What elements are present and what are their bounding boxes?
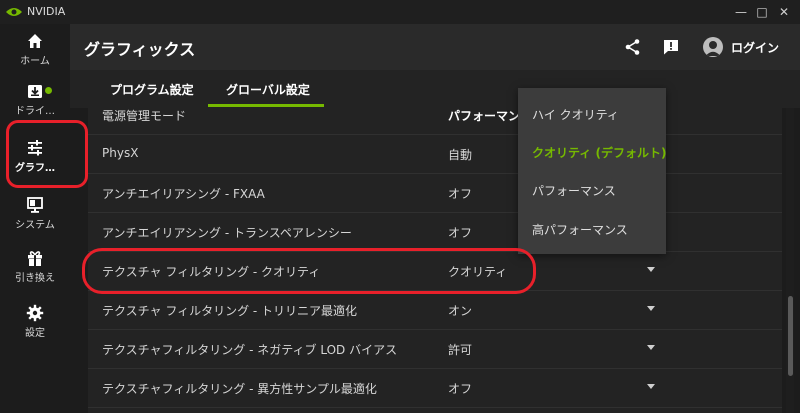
setting-label: アンチエイリアシング - トランスペアレンシー <box>102 226 352 240</box>
setting-label: アンチエイリアシング - FXAA <box>102 187 265 201</box>
sidebar-item-label: 引き換え <box>15 273 55 284</box>
setting-value[interactable]: オフ <box>448 185 472 202</box>
setting-row[interactable]: アンチエイリアシング - FXAA オフ <box>88 174 782 213</box>
sidebar-item-redeem[interactable]: 引き換え <box>0 249 70 301</box>
tab-program-settings[interactable]: プログラム設定 <box>110 81 194 98</box>
setting-label: テクスチャフィルタリング - 異方性サンプル最適化 <box>102 382 377 396</box>
avatar[interactable] <box>703 37 723 57</box>
sidebar-item-label: 設定 <box>25 328 45 339</box>
highlight-texture-quality-row <box>82 248 536 294</box>
title-bar: NVIDIA — □ ✕ <box>0 0 800 24</box>
active-tab-indicator <box>208 104 324 107</box>
setting-value[interactable]: オフ <box>448 224 472 241</box>
app-name: NVIDIA <box>27 5 66 18</box>
chevron-down-icon[interactable] <box>647 306 655 311</box>
sidebar-item-label: ホーム <box>20 56 50 67</box>
setting-row[interactable]: テクスチャフィルタリング - 異方性サンプル最適化 オフ <box>88 369 782 408</box>
setting-label: テクスチャフィルタリング - ネガティブ LOD バイアス <box>102 343 398 357</box>
setting-label: テクスチャ フィルタリング - トリリニア最適化 <box>102 304 358 318</box>
tab-bar: プログラム設定 グローバル設定 <box>70 70 800 108</box>
login-button[interactable]: ログイン <box>731 39 779 56</box>
dropdown-option-quality-default[interactable]: クオリティ (デフォルト) <box>532 144 666 161</box>
sidebar-item-system[interactable]: システム <box>0 196 70 248</box>
setting-value[interactable]: オフ <box>448 380 472 397</box>
close-button[interactable]: ✕ <box>773 2 795 22</box>
maximize-button[interactable]: □ <box>751 2 773 22</box>
setting-row[interactable]: テクスチャフィルタリング - ネガティブ LOD バイアス 許可 <box>88 330 782 369</box>
setting-label: PhysX <box>102 146 139 160</box>
setting-value[interactable]: 自動 <box>448 146 472 163</box>
dropdown-option-high-performance[interactable]: 高パフォーマンス <box>532 221 628 238</box>
home-icon <box>28 34 42 48</box>
sidebar: ホーム ドライ… グラフ… システム 引き換え 設定 <box>0 24 70 413</box>
sidebar-item-label: ドライ… <box>15 106 55 117</box>
tab-global-settings[interactable]: グローバル設定 <box>226 81 310 98</box>
feedback-icon[interactable] <box>662 38 680 56</box>
gift-icon <box>28 251 42 266</box>
page-header: グラフィックス ログイン <box>70 24 800 70</box>
setting-value[interactable]: 許可 <box>448 341 472 358</box>
setting-row[interactable]: 電源管理モード パフォーマンス <box>88 108 782 135</box>
chevron-down-icon[interactable] <box>647 384 655 389</box>
dropdown-option-high-quality[interactable]: ハイ クオリティ <box>532 106 619 123</box>
download-icon <box>28 85 42 98</box>
page-title: グラフィックス <box>84 40 196 59</box>
setting-value[interactable]: オン <box>448 302 472 319</box>
nvidia-logo-icon <box>6 8 22 16</box>
setting-row[interactable]: PhysX 自動 <box>88 135 782 174</box>
gear-icon <box>26 304 44 322</box>
chevron-down-icon[interactable] <box>647 345 655 350</box>
dropdown-option-performance[interactable]: パフォーマンス <box>532 182 616 199</box>
sidebar-item-home[interactable]: ホーム <box>0 32 70 84</box>
chevron-down-icon[interactable] <box>647 267 655 272</box>
update-badge <box>45 87 52 94</box>
scrollbar-thumb[interactable] <box>788 296 793 376</box>
sidebar-item-settings[interactable]: 設定 <box>0 304 70 356</box>
sidebar-item-label: システム <box>15 220 55 231</box>
setting-label: 電源管理モード <box>102 109 187 123</box>
user-icon <box>705 41 721 56</box>
setting-row[interactable]: テクスチャ フィルタリング - トリリニア最適化 オン <box>88 291 782 330</box>
highlight-graphics-nav <box>6 120 88 188</box>
dropdown-menu: ハイ クオリティ クオリティ (デフォルト) パフォーマンス 高パフォーマンス <box>518 88 666 254</box>
minimize-button[interactable]: — <box>730 2 752 22</box>
share-icon[interactable] <box>624 38 642 56</box>
monitor-icon <box>27 197 43 213</box>
setting-row[interactable]: アンチエイリアシング - トランスペアレンシー オフ <box>88 213 782 252</box>
